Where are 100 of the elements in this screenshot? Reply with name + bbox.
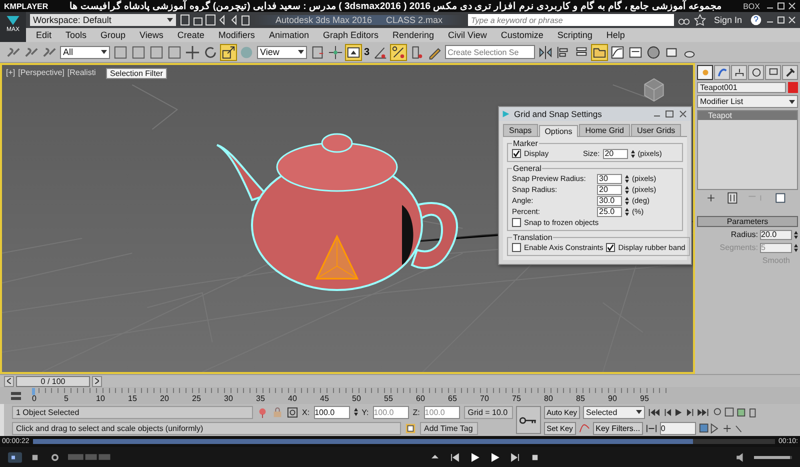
menu-item[interactable]: Graph Editors	[322, 30, 378, 40]
panel-tab[interactable]	[731, 65, 747, 80]
frame-number: 75	[512, 394, 521, 403]
next-icon[interactable]	[508, 452, 522, 462]
key-filters-button[interactable]: Key Filters...	[592, 422, 643, 434]
spinner-icon[interactable]	[354, 408, 358, 416]
key-mode-dropdown[interactable]: Selected	[583, 406, 646, 418]
next-frame-button[interactable]	[92, 376, 102, 386]
schematic-icon[interactable]	[628, 44, 643, 60]
menu-item[interactable]: Customize	[500, 30, 544, 40]
add-time-tag-field[interactable]: Add Time Tag	[420, 422, 478, 434]
workspace-dropdown[interactable]: Workspace: Default	[30, 14, 176, 26]
folder-icon[interactable]	[592, 44, 607, 60]
pivot-icon[interactable]	[310, 44, 325, 60]
menu-item[interactable]: Views	[140, 30, 164, 40]
menu-item[interactable]: Scripting	[557, 30, 592, 40]
mini-curve-editor-icon[interactable]	[10, 390, 22, 400]
current-frame-field[interactable]: 0	[660, 422, 696, 434]
menu-item[interactable]: Rendering	[392, 30, 434, 40]
spinner-icon[interactable]	[625, 208, 629, 216]
quick-access-icons[interactable]	[180, 14, 250, 26]
percent-snap-icon[interactable]	[390, 44, 406, 60]
material-sphere-icon[interactable]	[646, 44, 661, 60]
rotate-icon[interactable]	[203, 44, 218, 60]
time-tag-icon[interactable]	[405, 422, 416, 434]
number-field[interactable]: 20	[597, 184, 622, 194]
dialog-tab[interactable]: Options	[538, 125, 578, 137]
spinner-icon[interactable]	[630, 150, 635, 158]
move-icon[interactable]	[185, 44, 200, 60]
key-curve-icon[interactable]	[578, 422, 590, 434]
viewport-label[interactable]: [Perspective]	[18, 68, 64, 77]
monitor-icon	[768, 67, 778, 78]
transform-mode-icon[interactable]	[287, 406, 298, 418]
dialog-tab[interactable]: Home Grid	[579, 124, 630, 136]
previous-frame-button[interactable]	[4, 376, 14, 386]
menu-item[interactable]: Modifiers	[218, 30, 255, 40]
playback-controls-icon[interactable]	[648, 408, 710, 416]
parameter-field[interactable]: 20.0	[760, 230, 792, 240]
scale-icon[interactable]	[221, 44, 236, 60]
spinner-icon[interactable]	[625, 196, 629, 204]
number-field[interactable]: 30.0	[597, 196, 622, 206]
selection-set-field[interactable]: Create Selection Se	[444, 45, 535, 59]
menu-item[interactable]: Animation	[268, 30, 309, 40]
square-icon[interactable]	[149, 44, 164, 60]
frame-number: 30	[224, 394, 233, 403]
number-field[interactable]: 30	[597, 174, 622, 184]
parameters-rollout-header[interactable]: Parameters	[697, 216, 798, 227]
curve-editor-icon[interactable]	[610, 44, 625, 60]
modifier-list-dropdown[interactable]: Modifier List	[697, 95, 798, 108]
viewport-label[interactable]: [+]	[6, 68, 16, 77]
previous-icon[interactable]	[448, 452, 462, 462]
keyboard-shortcut-icon[interactable]	[346, 44, 361, 60]
max-window-controls-icon[interactable]	[766, 16, 796, 24]
star-icon[interactable]	[694, 14, 706, 26]
spinner-icon[interactable]	[625, 174, 629, 182]
axis-label: Y:	[362, 408, 369, 416]
lock-icon[interactable]	[272, 406, 283, 418]
set-key-mode-button[interactable]	[516, 406, 541, 434]
panel-tab[interactable]	[782, 65, 798, 80]
help-icon[interactable]	[750, 14, 762, 26]
mirror-icon[interactable]	[538, 44, 553, 60]
pin-icon[interactable]	[257, 406, 268, 418]
dialog-tab[interactable]: User Grids	[630, 124, 682, 136]
viewport-label[interactable]: [Realisti	[67, 68, 96, 77]
panel-tab[interactable]	[697, 65, 713, 80]
spinner-icon[interactable]	[625, 186, 629, 194]
checkbox[interactable]	[606, 243, 616, 252]
view-tools-icons[interactable]	[698, 422, 743, 434]
menu-item[interactable]: Help	[606, 30, 625, 40]
checkbox[interactable]	[512, 243, 521, 252]
display-checkbox[interactable]	[512, 149, 521, 158]
time-slider-thumb[interactable]: 0 / 100	[16, 376, 90, 386]
panel-tab[interactable]	[748, 65, 764, 80]
spinner-icon[interactable]	[794, 230, 798, 238]
panel-tab[interactable]	[765, 65, 781, 80]
checkbox[interactable]	[512, 218, 521, 227]
menu-item[interactable]: Group	[100, 30, 126, 40]
viewport-navigation-icons[interactable]	[713, 406, 758, 418]
snap-toggle[interactable]: 3	[364, 46, 370, 58]
time-config-icon[interactable]	[646, 422, 657, 434]
dialog-tab[interactable]: Snaps	[503, 124, 538, 136]
menu-item[interactable]: Edit	[36, 30, 52, 40]
angle-snap-icon[interactable]	[372, 44, 388, 60]
menu-item[interactable]: Create	[177, 30, 204, 40]
sign-in-button[interactable]: Sign In	[710, 15, 746, 25]
menu-item[interactable]: Civil View	[448, 30, 487, 40]
menu-item[interactable]: Tools	[66, 30, 87, 40]
color-swatch[interactable]	[788, 82, 798, 93]
manipulate-icon[interactable]	[328, 44, 343, 60]
spinner-icon[interactable]	[794, 244, 798, 252]
number-field[interactable]: 20	[602, 148, 628, 158]
coordinate-field[interactable]: 100.0	[314, 406, 350, 418]
stack-item[interactable]: Teapot	[698, 111, 797, 120]
frame-number: 90	[608, 394, 617, 403]
caret-icon	[789, 100, 795, 104]
object-name-field[interactable]: Teapot001	[697, 82, 786, 93]
search-field[interactable]: Type a keyword or phrase	[468, 14, 674, 26]
number-field[interactable]: 25.0	[597, 206, 622, 216]
reference-coordinate-dropdown[interactable]: View	[257, 46, 307, 58]
selection-filter-dropdown[interactable]: All	[60, 46, 110, 58]
